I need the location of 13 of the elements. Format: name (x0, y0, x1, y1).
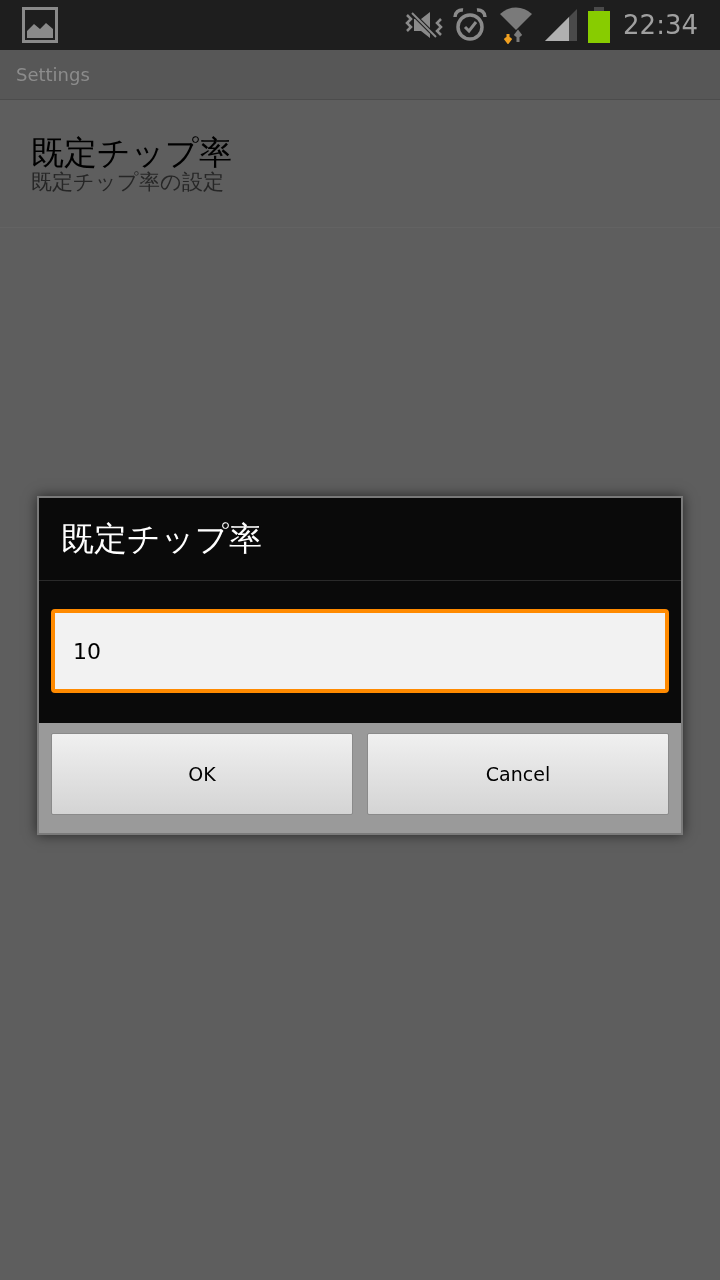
vibrate-mute-icon (405, 10, 444, 40)
ok-button[interactable]: OK (51, 733, 353, 815)
picture-notification-icon (22, 7, 58, 43)
input-field[interactable]: 10 (51, 609, 669, 693)
status-time: 22:34 (623, 8, 698, 42)
preference-summary: 既定チップ率の設定 (31, 169, 225, 194)
cancel-button[interactable]: Cancel (367, 733, 669, 815)
signal-icon (545, 9, 578, 41)
alarm-clock-icon (453, 8, 488, 42)
battery-icon (587, 7, 612, 43)
wifi-icon (499, 6, 534, 44)
dialog-title: 既定チップ率 (61, 518, 262, 561)
preference-title: 既定チップ率 (31, 133, 233, 172)
